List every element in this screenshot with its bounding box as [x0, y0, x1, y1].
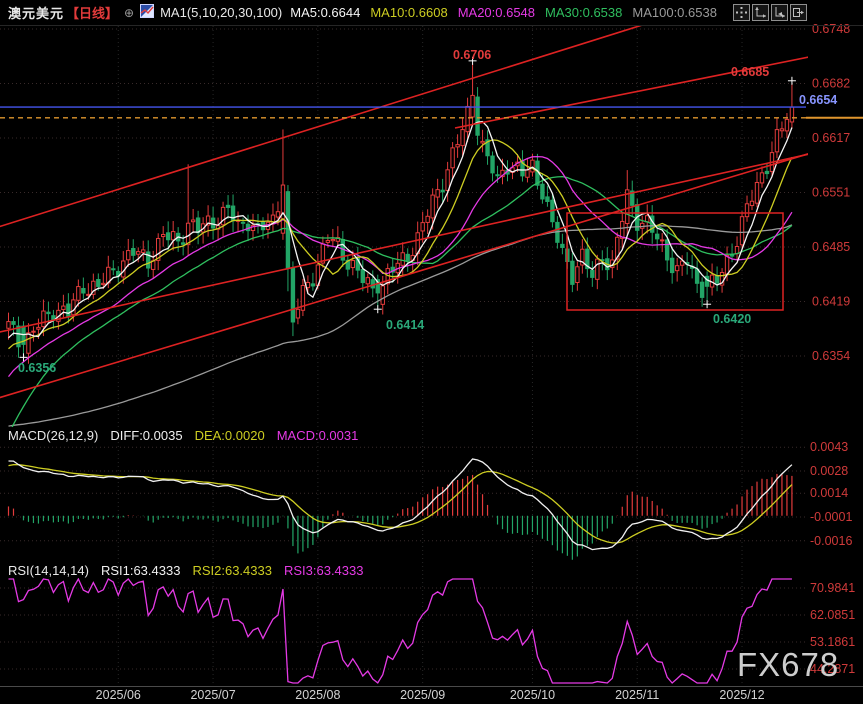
- rsi-line: [9, 579, 792, 683]
- chart-type-icon[interactable]: [140, 4, 154, 21]
- ma10-value: MA10:0.6608: [370, 5, 447, 20]
- macd-params-label: MACD(26,12,9): [8, 428, 98, 443]
- pan-right-icon[interactable]: [790, 4, 807, 21]
- price-axis-label: 0.6419: [812, 295, 850, 309]
- current-price-label: 0.6654: [799, 93, 837, 107]
- macd-dea-value: DEA:0.0020: [195, 428, 265, 443]
- rsi-pane: [9, 579, 792, 683]
- ma30-line: [9, 177, 792, 435]
- macd-axis-label: -0.0001: [810, 510, 852, 524]
- trend-line: [0, 22, 652, 228]
- extreme-cross-marker: [788, 77, 796, 85]
- ma100-value: MA100:0.6538: [632, 5, 717, 20]
- macd-axis-label: 0.0028: [810, 464, 848, 478]
- chart-toolbar: [733, 4, 807, 21]
- macd-header: MACD(26,12,9) DIFF:0.0035 DEA:0.0020 MAC…: [0, 428, 370, 443]
- ma20-line: [9, 157, 792, 377]
- rsi3-value: RSI3:63.4333: [284, 563, 364, 578]
- date-axis-label: 2025/10: [497, 688, 567, 702]
- rsi-header: RSI(14,14,14) RSI1:63.4333 RSI2:63.4333 …: [0, 563, 375, 578]
- candlestick-pane: [0, 22, 863, 435]
- date-axis-label: 2025/06: [83, 688, 153, 702]
- macd-pane: [9, 459, 792, 560]
- extreme-price-label: 0.6685: [731, 65, 769, 79]
- rsi-axis-label: 62.0851: [810, 608, 855, 622]
- rsi1-value: RSI1:63.4333: [101, 563, 181, 578]
- time-axis: 2025/06 2025/07 2025/08 2025/09 2025/10 2025/…: [0, 688, 863, 704]
- add-instrument-icon[interactable]: ⊕: [124, 6, 134, 20]
- ma5-value: MA5:0.6644: [290, 5, 360, 20]
- extreme-price-label: 0.6414: [386, 318, 424, 332]
- macd-axis-label: -0.0016: [810, 534, 852, 548]
- ma20-value: MA20:0.6548: [458, 5, 535, 20]
- price-axis-label: 0.6551: [812, 186, 850, 200]
- ma-settings-label: MA1(5,10,20,30,100): [160, 5, 282, 20]
- price-axis-label: 0.6354: [812, 349, 850, 363]
- extreme-price-label: 0.6420: [713, 312, 751, 326]
- trading-chart-window: 0.67480.66820.66170.65510.64850.64190.63…: [0, 0, 863, 704]
- chart-canvas[interactable]: 0.67480.66820.66170.65510.64850.64190.63…: [0, 0, 863, 704]
- date-axis-label: 2025/08: [283, 688, 353, 702]
- trend-line: [455, 46, 863, 128]
- date-axis-label: 2025/07: [178, 688, 248, 702]
- date-axis-label: 2025/09: [388, 688, 458, 702]
- ma5-line: [9, 122, 792, 338]
- price-axis-label: 0.6485: [812, 240, 850, 254]
- extreme-price-label: 0.6706: [453, 48, 491, 62]
- price-axis-label: 0.6617: [812, 131, 850, 145]
- price-axis-label: 0.6682: [812, 77, 850, 91]
- extreme-price-label: 0.6356: [18, 361, 56, 375]
- fx678-watermark: FX678: [737, 646, 839, 683]
- trend-line: [0, 142, 863, 333]
- scale-y-axis-icon[interactable]: [752, 4, 769, 21]
- rsi2-value: RSI2:63.4333: [192, 563, 272, 578]
- ma30-value: MA30:0.6538: [545, 5, 622, 20]
- rsi-axis-label: 70.9841: [810, 581, 855, 595]
- diff-line: [9, 459, 792, 550]
- macd-diff-value: DIFF:0.0035: [110, 428, 182, 443]
- scale-x-axis-icon[interactable]: [771, 4, 788, 21]
- date-axis-label: 2025/12: [707, 688, 777, 702]
- move-icon[interactable]: [733, 4, 750, 21]
- macd-axis-label: 0.0043: [810, 440, 848, 454]
- macd-macd-value: MACD:0.0031: [277, 428, 359, 443]
- symbol-title: 澳元美元: [8, 3, 64, 22]
- date-axis-label: 2025/11: [602, 688, 672, 702]
- rsi-params-label: RSI(14,14,14): [8, 563, 89, 578]
- period-label: 【日线】: [66, 3, 118, 22]
- macd-axis-label: 0.0014: [810, 486, 848, 500]
- extreme-cross-marker: [374, 305, 382, 313]
- trend-line: [0, 137, 863, 399]
